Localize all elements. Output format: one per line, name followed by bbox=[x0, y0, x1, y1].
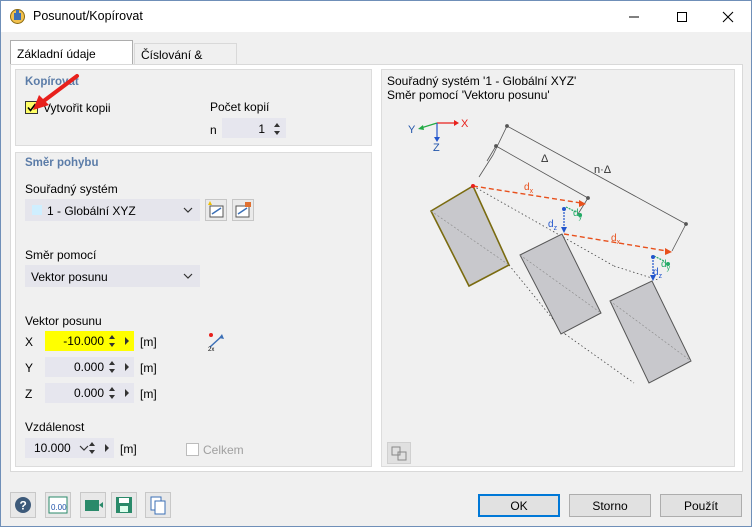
vector-y-input[interactable]: 0.000 bbox=[45, 357, 134, 377]
spin-updown-icon bbox=[109, 361, 115, 373]
cancel-button[interactable]: Storno bbox=[569, 494, 651, 517]
dx-label-2: dx bbox=[611, 233, 621, 246]
arrow-right-icon bbox=[105, 444, 109, 452]
chevron-down-icon bbox=[183, 207, 193, 213]
tab-basic-data[interactable]: Základní údaje bbox=[10, 40, 133, 64]
axis-y-label: Y bbox=[408, 124, 416, 136]
pick-vector-button[interactable]: 2x bbox=[205, 330, 227, 353]
spin-updown-icon bbox=[274, 123, 280, 135]
svg-text:dy: dy bbox=[573, 208, 583, 221]
minimize-icon bbox=[629, 16, 639, 17]
coord-system-color-icon bbox=[32, 205, 42, 215]
arrow-right-icon bbox=[125, 337, 129, 345]
spin-updown-icon bbox=[89, 442, 95, 454]
tab-numbering-options[interactable]: Číslování & možnosti bbox=[134, 43, 237, 76]
axis-triad-icon: X Y Z bbox=[408, 118, 469, 154]
arrow-right-icon bbox=[125, 389, 129, 397]
svg-text:dy: dy bbox=[661, 259, 671, 272]
help-icon: ? bbox=[15, 497, 31, 513]
vector-x-unit: [m] bbox=[140, 335, 157, 349]
distance-value: 10.000 bbox=[34, 441, 71, 455]
total-checkbox[interactable] bbox=[186, 443, 199, 456]
direction-group: Směr pohybu Souřadný systém 1 - Globální… bbox=[15, 152, 372, 467]
direction-by-value: Vektor posunu bbox=[31, 270, 108, 284]
load-settings-button[interactable] bbox=[80, 492, 106, 518]
close-icon bbox=[722, 11, 734, 22]
axis-z-label: Z bbox=[433, 142, 440, 154]
vector-z-unit: [m] bbox=[140, 387, 157, 401]
copy-count-value: 1 bbox=[258, 122, 265, 136]
dialog-window: Posunout/Kopírovat Základní údaje Číslov… bbox=[0, 0, 752, 527]
maximize-button[interactable] bbox=[659, 1, 705, 32]
app-icon bbox=[10, 9, 25, 24]
close-button[interactable] bbox=[705, 1, 751, 32]
units-icon: 0.00 bbox=[48, 496, 68, 514]
annotation-arrow-icon bbox=[33, 74, 79, 110]
copy-settings-button[interactable] bbox=[145, 492, 171, 518]
dy-dz-indicator-2: dy dz bbox=[650, 255, 671, 281]
spin-updown-icon bbox=[109, 335, 115, 347]
dimension-lines bbox=[478, 124, 688, 252]
pick-vector-icon: 2x bbox=[208, 333, 224, 353]
copy-icon bbox=[150, 496, 166, 515]
axis-x-label: X bbox=[461, 118, 469, 130]
distance-label: Vzdálenost bbox=[25, 420, 85, 434]
vector-y-axis-label: Y bbox=[25, 361, 34, 375]
copy-count-prefix: n bbox=[210, 123, 217, 137]
window-title: Posunout/Kopírovat bbox=[33, 9, 143, 23]
preview-options-icon bbox=[391, 446, 407, 461]
vector-z-input[interactable]: 0.000 bbox=[45, 383, 134, 403]
save-settings-button[interactable] bbox=[111, 492, 137, 518]
load-icon bbox=[85, 500, 103, 511]
vector-label: Vektor posunu bbox=[25, 314, 102, 328]
vector-y-unit: [m] bbox=[140, 361, 157, 375]
total-label: Celkem bbox=[203, 443, 244, 457]
arrow-right-icon bbox=[125, 363, 129, 371]
vector-x-input[interactable]: -10.000 bbox=[45, 331, 134, 351]
svg-text:dz: dz bbox=[548, 219, 558, 232]
minimize-button[interactable] bbox=[611, 1, 657, 32]
original-member bbox=[429, 184, 511, 288]
ok-button[interactable]: OK bbox=[478, 494, 560, 517]
distance-input[interactable]: 10.000 bbox=[25, 438, 114, 458]
coord-system-value: 1 - Globální XYZ bbox=[47, 204, 136, 218]
new-coord-system-button[interactable] bbox=[205, 199, 227, 221]
vector-x-axis-label: X bbox=[25, 335, 34, 349]
preview-diagram: X Y Z Δ n·Δ dx dx dy dz dy dz bbox=[408, 118, 692, 384]
copy-count-label: Počet kopií bbox=[210, 100, 270, 114]
svg-text:0.00: 0.00 bbox=[51, 503, 67, 512]
edit-coord-system-icon bbox=[235, 202, 251, 218]
edit-coord-system-button[interactable] bbox=[232, 199, 254, 221]
copy-count-stepper[interactable]: 1 bbox=[222, 118, 286, 138]
svg-text:2x: 2x bbox=[208, 347, 214, 353]
direction-group-title: Směr pohybu bbox=[25, 157, 99, 169]
dy-dz-indicator-1: dy dz bbox=[548, 206, 583, 233]
help-button[interactable]: ? bbox=[10, 492, 36, 518]
svg-text:?: ? bbox=[20, 499, 27, 513]
apply-button[interactable]: Použít bbox=[660, 494, 742, 517]
maximize-icon bbox=[677, 11, 687, 22]
units-button[interactable]: 0.00 bbox=[45, 492, 71, 518]
coord-system-label: Souřadný systém bbox=[25, 182, 118, 196]
vector-z-value: 0.000 bbox=[73, 386, 104, 400]
copy-member-2 bbox=[609, 280, 692, 384]
n-delta-label: n·Δ bbox=[594, 164, 612, 176]
vector-x-value: -10.000 bbox=[63, 334, 104, 348]
chevron-down-icon bbox=[183, 273, 193, 279]
dx-label-1: dx bbox=[524, 182, 534, 195]
delta-label: Δ bbox=[541, 153, 549, 165]
vector-y-value: 0.000 bbox=[73, 360, 104, 374]
new-coord-system-icon bbox=[208, 201, 224, 218]
distance-unit: [m] bbox=[120, 442, 137, 456]
direction-by-label: Směr pomocí bbox=[25, 248, 97, 262]
preview-options-button[interactable] bbox=[387, 442, 411, 464]
save-icon bbox=[116, 497, 132, 513]
title-bar: Posunout/Kopírovat bbox=[1, 1, 751, 32]
vector-z-axis-label: Z bbox=[25, 387, 33, 401]
coord-system-select[interactable]: 1 - Globální XYZ bbox=[25, 199, 200, 221]
direction-by-select[interactable]: Vektor posunu bbox=[25, 265, 200, 287]
spin-updown-icon bbox=[109, 387, 115, 399]
